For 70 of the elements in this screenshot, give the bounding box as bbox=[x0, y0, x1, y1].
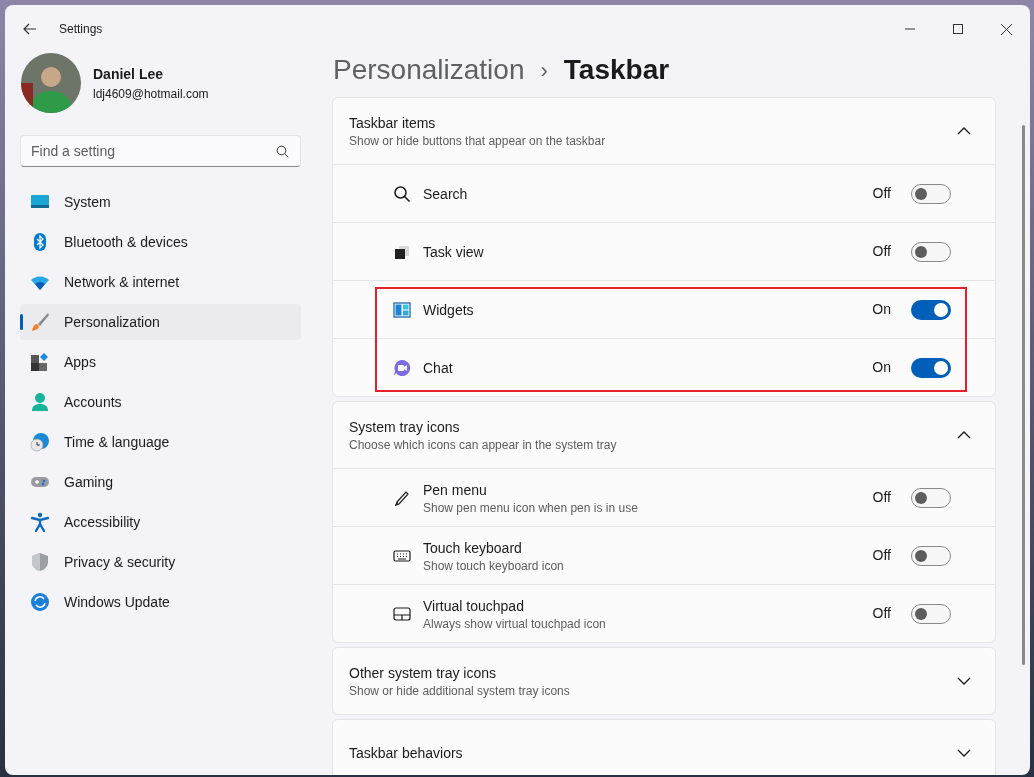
section-title: System tray icons bbox=[349, 418, 461, 437]
globe-clock-icon bbox=[30, 432, 50, 452]
section-subtitle: Show or hide buttons that appear on the taskbar bbox=[349, 133, 607, 149]
setting-description: Show pen menu icon when pen is in use bbox=[423, 499, 639, 516]
setting-description: Show touch keyboard icon bbox=[423, 557, 565, 574]
window-title: Settings bbox=[59, 21, 103, 38]
toggle-state: Off bbox=[872, 604, 891, 623]
setting-label: Chat bbox=[423, 358, 454, 378]
profile-name: Daniel Lee bbox=[93, 64, 165, 84]
setting-description: Always show virtual touchpad icon bbox=[423, 615, 607, 632]
sidebar-item[interactable]: Apps bbox=[20, 344, 301, 380]
toggle-state: On bbox=[872, 300, 891, 319]
apps-icon bbox=[30, 352, 50, 372]
setting-label: Virtual touchpad bbox=[423, 596, 525, 616]
setting-label: Widgets bbox=[423, 300, 475, 320]
page-title: Taskbar bbox=[563, 53, 670, 87]
section-title: Other system tray icons bbox=[349, 664, 498, 683]
touchpad-icon bbox=[393, 604, 411, 623]
toggle-state: Off bbox=[872, 546, 891, 565]
breadcrumb-separator: › bbox=[540, 56, 548, 85]
sidebar-item[interactable]: Gaming bbox=[20, 464, 301, 500]
toggle-switch[interactable] bbox=[911, 299, 951, 320]
setting-label: Search bbox=[423, 184, 469, 204]
section-subtitle: Choose which icons can appear in the system tray bbox=[349, 437, 618, 453]
toggle-switch[interactable] bbox=[911, 183, 951, 204]
toggle-switch[interactable] bbox=[911, 487, 951, 508]
maximize-icon[interactable] bbox=[953, 24, 963, 34]
search-icon bbox=[393, 184, 411, 203]
sidebar-item[interactable]: Bluetooth & devices bbox=[20, 224, 301, 260]
sidebar-item[interactable]: Privacy & security bbox=[20, 544, 301, 580]
breadcrumb-link[interactable]: Personalization bbox=[333, 49, 525, 91]
setting-label: Pen menu bbox=[423, 480, 488, 500]
widgets-icon bbox=[393, 300, 411, 319]
paintbrush-icon bbox=[30, 312, 50, 332]
sidebar-item[interactable]: Network & internet bbox=[20, 264, 301, 300]
toggle-switch[interactable] bbox=[911, 357, 951, 378]
sidebar-item[interactable]: Accounts bbox=[20, 384, 301, 420]
chevron-up-icon[interactable] bbox=[957, 431, 971, 439]
person-icon bbox=[30, 392, 50, 412]
toggle-switch[interactable] bbox=[911, 545, 951, 566]
accessibility-icon bbox=[30, 512, 50, 532]
toggle-state: Off bbox=[872, 488, 891, 507]
section-subtitle: Show or hide additional system tray icons bbox=[349, 683, 571, 699]
profile-email: ldj4609@hotmail.com bbox=[93, 85, 209, 103]
chevron-up-icon[interactable] bbox=[957, 127, 971, 135]
chat-icon bbox=[393, 358, 411, 377]
sidebar-item[interactable]: Personalization bbox=[20, 304, 301, 340]
back-arrow-icon[interactable] bbox=[23, 23, 37, 35]
section-title: Taskbar behaviors bbox=[349, 744, 464, 763]
chevron-down-icon[interactable] bbox=[957, 749, 971, 757]
toggle-state: Off bbox=[872, 242, 891, 261]
toggle-state: On bbox=[872, 358, 891, 377]
update-icon bbox=[30, 592, 50, 612]
close-icon[interactable] bbox=[1001, 23, 1012, 35]
sidebar-item[interactable]: Accessibility bbox=[20, 504, 301, 540]
sidebar-item[interactable]: Time & language bbox=[20, 424, 301, 460]
toggle-state: Off bbox=[872, 184, 891, 203]
setting-label: Touch keyboard bbox=[423, 538, 523, 558]
setting-label: Task view bbox=[423, 242, 485, 262]
search-icon[interactable] bbox=[276, 145, 289, 158]
sidebar-item[interactable]: Windows Update bbox=[20, 584, 301, 620]
search-field[interactable]: Find a setting bbox=[20, 135, 301, 167]
chevron-down-icon[interactable] bbox=[957, 677, 971, 685]
shield-icon bbox=[30, 552, 50, 572]
section-title: Taskbar items bbox=[349, 114, 437, 133]
avatar bbox=[21, 53, 81, 113]
toggle-switch[interactable] bbox=[911, 241, 951, 262]
toggle-switch[interactable] bbox=[911, 603, 951, 624]
sidebar-item[interactable]: System bbox=[20, 184, 301, 220]
scrollbar[interactable] bbox=[1022, 125, 1025, 665]
